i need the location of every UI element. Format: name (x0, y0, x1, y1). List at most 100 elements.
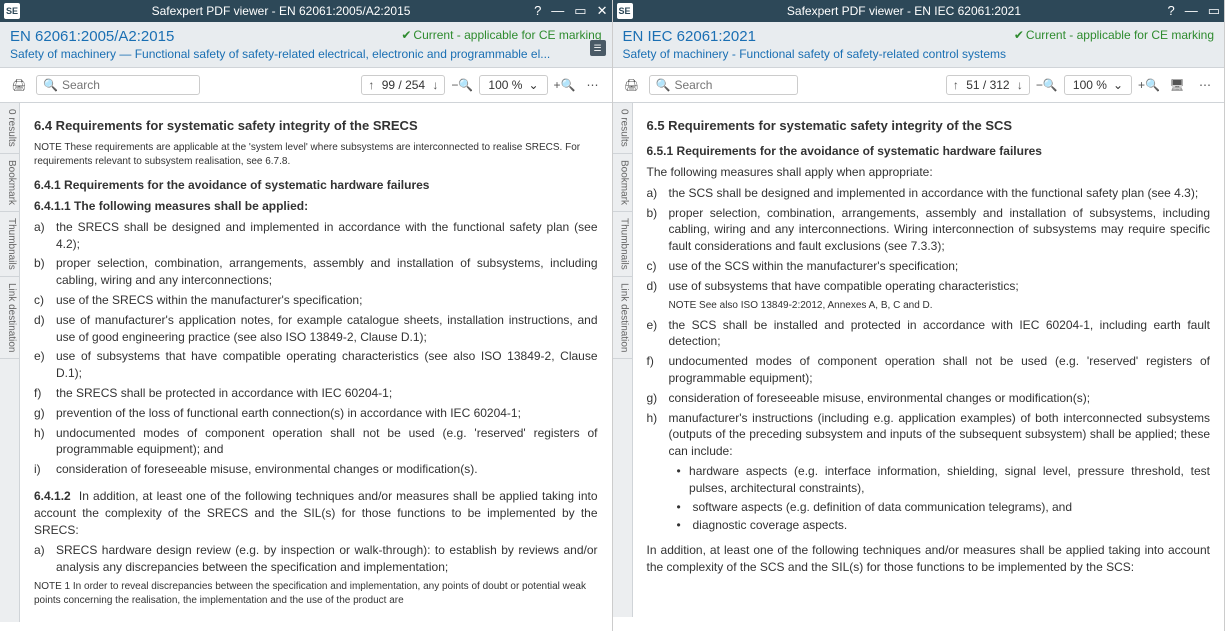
toolbar-left: 🖨 🔍 ↑ 99 / 254 ↓ −🔍 100 % ⌄ +🔍 ⋯ (0, 68, 612, 103)
minimize-icon[interactable]: — (551, 3, 564, 19)
list-item: f)the SRECS shall be protected in accord… (34, 385, 598, 402)
list-item: a)the SRECS shall be designed and implem… (34, 219, 598, 253)
titlebar-right: SE Safexpert PDF viewer - EN IEC 62061:2… (613, 0, 1225, 22)
window-title: Safexpert PDF viewer - EN 62061:2005/A2:… (28, 4, 534, 18)
minimize-icon[interactable]: — (1185, 3, 1198, 19)
panel-menu-icon[interactable]: ☰ (590, 40, 606, 56)
close-icon[interactable]: ✕ (597, 3, 608, 19)
list-item: a)SRECS hardware design review (e.g. by … (34, 542, 598, 576)
zoom-value: 100 % (488, 78, 522, 92)
h-scrollbar[interactable] (613, 617, 1225, 631)
note: NOTE These requirements are applicable a… (34, 141, 598, 169)
page-up-icon[interactable]: ↑ (368, 78, 374, 92)
search-icon: 🔍 (43, 78, 58, 92)
paragraph: 6.4.1.2 In addition, at least one of the… (34, 488, 598, 538)
page-nav: ↑ 99 / 254 ↓ (361, 75, 445, 95)
list-item: b)proper selection, combination, arrange… (647, 205, 1211, 255)
more-icon[interactable]: ⋯ (1194, 74, 1216, 96)
doc-header-left: EN 62061:2005/A2:2015 Safety of machiner… (0, 22, 612, 68)
chevron-down-icon: ⌄ (1113, 78, 1123, 92)
zoom-value: 100 % (1073, 78, 1107, 92)
heading: 6.4.1 Requirements for the avoidance of … (34, 177, 598, 194)
list-item: i)consideration of foreseeable misuse, e… (34, 461, 598, 478)
bullet-item: •software aspects (e.g. definition of da… (677, 499, 1211, 516)
maximize-icon[interactable]: ▭ (1208, 3, 1220, 19)
zoom-in-icon[interactable]: +🔍 (554, 74, 576, 96)
app-right: SE Safexpert PDF viewer - EN IEC 62061:2… (613, 0, 1225, 631)
heading: 6.4.1.1 The following measures shall be … (34, 198, 598, 215)
monitor-icon[interactable]: 🖥 (1166, 74, 1188, 96)
page-down-icon[interactable]: ↓ (432, 78, 438, 92)
list-item: g)prevention of the loss of functional e… (34, 405, 598, 422)
app-logo-icon: SE (617, 3, 633, 19)
tab-results[interactable]: 0 results (0, 103, 19, 154)
status-badge: ✔Current - applicable for CE marking (401, 28, 601, 42)
list-item: a)the SCS shall be designed and implemen… (647, 185, 1211, 202)
maximize-icon[interactable]: ▭ (574, 3, 586, 19)
page-nav: ↑ 51 / 312 ↓ (946, 75, 1030, 95)
paragraph: In addition, at least one of the followi… (647, 542, 1211, 576)
app-logo-icon: SE (4, 3, 20, 19)
page-indicator: 99 / 254 (378, 78, 428, 92)
tab-bookmark[interactable]: Bookmark (0, 154, 19, 212)
heading: 6.5.1 Requirements for the avoidance of … (647, 143, 1211, 160)
standard-subtitle: Safety of machinery — Functional safety … (10, 47, 570, 61)
search-input[interactable] (62, 78, 193, 92)
print-button[interactable]: 🖨 (621, 74, 643, 96)
status-badge: ✔Current - applicable for CE marking (1014, 28, 1214, 42)
tab-thumbnails[interactable]: Thumbnails (0, 212, 19, 277)
page-up-icon[interactable]: ↑ (953, 78, 959, 92)
list-item: e)the SCS shall be installed and protect… (647, 317, 1211, 351)
zoom-select[interactable]: 100 % ⌄ (479, 75, 547, 95)
search-icon: 🔍 (656, 78, 671, 92)
tab-link-destination[interactable]: Link destination (613, 277, 632, 360)
list-item: c)use of the SCS within the manufacturer… (647, 258, 1211, 275)
list-item: b)proper selection, combination, arrange… (34, 255, 598, 289)
document-content-right[interactable]: 6.5 Requirements for systematic safety i… (633, 103, 1225, 617)
note: NOTE See also ISO 13849-2:2012, Annexes … (669, 299, 1211, 313)
zoom-out-icon[interactable]: −🔍 (451, 74, 473, 96)
zoom-select[interactable]: 100 % ⌄ (1064, 75, 1132, 95)
heading: 6.5 Requirements for systematic safety i… (647, 117, 1211, 135)
check-icon: ✔ (401, 28, 411, 42)
list-item: d)use of manufacturer's application note… (34, 312, 598, 346)
help-icon[interactable]: ? (1167, 3, 1174, 19)
list-item: g)consideration of foreseeable misuse, e… (647, 390, 1211, 407)
bullet-item: •diagnostic coverage aspects. (677, 517, 1211, 534)
search-input-wrap[interactable]: 🔍 (649, 75, 799, 95)
page-down-icon[interactable]: ↓ (1017, 78, 1023, 92)
search-input-wrap[interactable]: 🔍 (36, 75, 200, 95)
app-left: SE Safexpert PDF viewer - EN 62061:2005/… (0, 0, 613, 631)
titlebar-left: SE Safexpert PDF viewer - EN 62061:2005/… (0, 0, 612, 22)
tab-bookmark[interactable]: Bookmark (613, 154, 632, 212)
tab-thumbnails[interactable]: Thumbnails (613, 212, 632, 277)
page-indicator: 51 / 312 (963, 78, 1013, 92)
toolbar-right: 🖨 🔍 ↑ 51 / 312 ↓ −🔍 100 % ⌄ +🔍 🖥 ⋯ (613, 68, 1225, 103)
side-tabs-right: 0 results Bookmark Thumbnails Link desti… (613, 103, 633, 617)
tab-results[interactable]: 0 results (613, 103, 632, 154)
side-tabs-left: 0 results Bookmark Thumbnails Link desti… (0, 103, 20, 622)
tab-link-destination[interactable]: Link destination (0, 277, 19, 360)
list-item: f)undocumented modes of component operat… (647, 353, 1211, 387)
bullet-item: •hardware aspects (e.g. interface inform… (677, 463, 1211, 497)
help-icon[interactable]: ? (534, 3, 541, 19)
zoom-out-icon[interactable]: −🔍 (1036, 74, 1058, 96)
window-title: Safexpert PDF viewer - EN IEC 62061:2021 (641, 4, 1168, 18)
list-item: d)use of subsystems that have compatible… (647, 278, 1211, 295)
document-content-left[interactable]: 6.4 Requirements for systematic safety i… (20, 103, 612, 622)
status-text: Current - applicable for CE marking (413, 28, 601, 42)
list-item: e)use of subsystems that have compatible… (34, 348, 598, 382)
zoom-in-icon[interactable]: +🔍 (1138, 74, 1160, 96)
heading: 6.4 Requirements for systematic safety i… (34, 117, 598, 135)
check-icon: ✔ (1014, 28, 1024, 42)
list-item: c)use of the SRECS within the manufactur… (34, 292, 598, 309)
status-text: Current - applicable for CE marking (1026, 28, 1214, 42)
list-item: h)undocumented modes of component operat… (34, 425, 598, 459)
note: NOTE 1 In order to reveal discrepancies … (34, 580, 598, 608)
doc-header-right: EN IEC 62061:2021 Safety of machinery - … (613, 22, 1225, 68)
chevron-down-icon: ⌄ (528, 78, 538, 92)
search-input[interactable] (674, 78, 791, 92)
more-icon[interactable]: ⋯ (582, 74, 604, 96)
print-button[interactable]: 🖨 (8, 74, 30, 96)
list-item: h)manufacturer's instructions (including… (647, 410, 1211, 460)
